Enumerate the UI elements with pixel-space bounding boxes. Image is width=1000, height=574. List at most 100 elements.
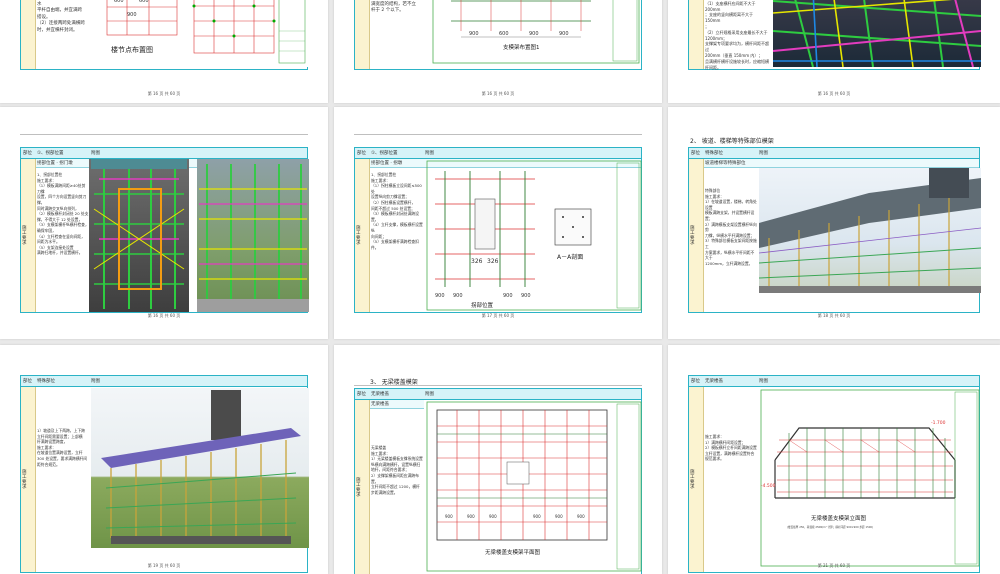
requirement-text: （1）满宽度的上立杆 满宽度的结构，若不立 杆于 2 个以下。 <box>371 1 416 14</box>
page-footer: 第 16 页 共 60 页 <box>817 91 851 96</box>
header-col-part: 部位 <box>691 151 700 156</box>
header-col-part: 部位 <box>23 151 32 156</box>
document-page: 部位 无梁楼盖 附图 施 工 要 求 施工要求： 1）满跨横杆间距设置； 2）模… <box>668 345 1000 574</box>
column-3d-render <box>89 159 189 312</box>
plan-drawing: 900 900 326 326 900 900 拐部位置 A－A剖面 <box>425 159 643 312</box>
content-panel: 部位 特殊部位 附图 施 工 要 求 1）坡道及上下两跨，上下跨 立杆间距需要设… <box>20 375 309 573</box>
header-col-name: ①、拐部位置 <box>37 151 64 156</box>
requirement-text: （1）连续两跨设置纵横向水 平杆自由端，并宜满跨 搭设。 （2）连接两跨处满横跨… <box>37 1 85 33</box>
document-page: 部位 特殊部位 附图 施 工 要 求 1）坡道及上下两跨，上下跨 立杆间距需要设… <box>0 345 328 574</box>
ramp-3d-render <box>759 168 981 293</box>
dim-label: 900 <box>127 12 137 18</box>
sub-header-label: 拐部位置 · 拐门墩 <box>37 161 73 166</box>
table-header: 部位 ①、拐部位置 附图 <box>355 148 641 159</box>
table-header: 部位 特殊部位 附图 <box>21 376 307 387</box>
content-panel: （1）连续两跨设置纵横向水 平杆自由端，并宜满跨 搭设。 （2）连接两跨处满横跨… <box>20 0 309 70</box>
requirement-text: 1、拐部位置柱 施工要求： （1）拐柱模板立设间距≤500处 设置纵向剪刀撑设置… <box>371 172 423 250</box>
dim-label: 900 <box>467 514 475 519</box>
dim-label: 430 <box>559 0 569 1</box>
header-col-part: 部位 <box>23 379 32 384</box>
header-col-part: 部位 <box>357 392 366 397</box>
table-header: 部位 无梁楼盖 附图 <box>689 376 979 387</box>
document-page: 部位 ①、拐部位置 附图 拐部位置 · 拐门墩 施 工 要 求 1、拐部位置柱 … <box>0 107 328 339</box>
section-label: 施 工 要 求 <box>690 469 695 490</box>
section-title: A－A剖面 <box>557 253 583 261</box>
left-column: 施 工 要 求 <box>21 387 36 572</box>
dim-label: 900 <box>529 31 539 37</box>
left-column: 施 工 要 求 <box>689 159 704 312</box>
content-panel: （1）满宽度的上立杆 满宽度的结构，若不立 杆于 2 个以下。 470 430 … <box>354 0 642 70</box>
document-page: 部位 ①、拐部位置 附图 拐部位置 · 拐墩 施 工 要 求 1、拐部位置柱 施… <box>334 107 662 339</box>
document-page: （1）连续两跨设置纵横向水 平杆自由端，并宜满跨 搭设。 （2）连接两跨处满横跨… <box>0 0 328 103</box>
node-layout-drawing: 600 600 900 楼节点布置图 <box>99 0 309 67</box>
elevation-label: -4.500 <box>761 483 776 489</box>
dim-label: 900 <box>503 293 513 299</box>
left-column: 施 工 要 求 <box>689 387 704 572</box>
dim-label: 900 <box>489 514 497 519</box>
support-layout-drawing: 470 430 900 600 900 900 支模架布置图1 <box>431 0 643 67</box>
page-footer: 第 21 页 共 60 页 <box>817 563 851 568</box>
section-label: 施 工 要 求 <box>356 477 361 498</box>
figure-title: 楼节点布置图 <box>111 45 153 54</box>
header-col-figure: 附图 <box>425 151 434 156</box>
table-header: 部位 无梁楼盖 附图 <box>355 389 641 400</box>
sub-header: 无梁楼盖 <box>370 400 424 409</box>
figure-title: 拐部位置 <box>471 301 494 309</box>
sub-header-label: 坡道楼梯等特殊部位 <box>705 161 746 166</box>
content-panel: 部位 ①、拐部位置 附图 拐部位置 · 拐墩 施 工 要 求 1、拐部位置柱 施… <box>354 147 642 313</box>
header-col-figure: 附图 <box>759 151 768 156</box>
header-col-figure: 附图 <box>91 151 100 156</box>
page-footer: 第 19 页 共 60 页 <box>147 563 181 568</box>
column-3d-render-alt <box>197 159 309 312</box>
divider <box>20 134 308 135</box>
header-col-figure: 附图 <box>425 392 434 397</box>
header-col-name: 无梁楼盖 <box>705 379 723 384</box>
table-header: 部位 特殊部位 附图 <box>689 148 979 159</box>
left-column: 施 工 要 求 <box>355 159 370 312</box>
figure-title: 无梁楼盖支模架立面图 <box>811 514 867 522</box>
content-panel: 部位 无梁楼盖 附图 施 工 要 求 施工要求： 1）满跨横杆间距设置； 2）模… <box>688 375 980 573</box>
figure-title: 支模架布置图1 <box>503 43 540 51</box>
dim-label: 600 <box>139 0 149 4</box>
document-page: （1）满宽度的上立杆 满宽度的结构，若不立 杆于 2 个以下。 470 430 … <box>334 0 662 103</box>
document-page: 施工要求： （1）支座横杆应间距不大于 200mm ；支座的竖向横距离不大于 1… <box>668 0 1000 103</box>
left-column <box>21 0 36 69</box>
dim-label: 900 <box>435 293 445 299</box>
requirement-text: 1、拐部位置柱 施工要求： （1）模板满跨间距≥40处剪刀撑 设置，四个方向设置… <box>37 172 89 256</box>
figure-subtitle: (楼盖板厚 250，荷载按 25KN/m³ 计算；横杆间距 900×900 步距… <box>787 525 873 529</box>
sub-header-label: 无梁楼盖 <box>371 402 389 407</box>
page-footer: 第 16 页 共 60 页 <box>147 91 181 96</box>
section-label: 施 工 要 求 <box>690 225 695 246</box>
left-column: 施 工 要 求 <box>355 400 370 574</box>
requirement-text: 施工要求： 1）满跨横杆间距设置； 2）模板横杆立杆间距满跨设置 立杆设置，满跨… <box>705 434 757 462</box>
dim-label: 900 <box>521 293 531 299</box>
page-footer: 第 16 页 共 60 页 <box>147 313 181 318</box>
content-panel: 部位 ①、拐部位置 附图 拐部位置 · 拐门墩 施 工 要 求 1、拐部位置柱 … <box>20 147 309 313</box>
dim-label: 326 <box>487 258 499 265</box>
elevation-label: -1.700 <box>931 420 946 426</box>
left-column <box>689 0 704 69</box>
ramp-3d-render <box>91 388 309 548</box>
left-column: 施 工 要 求 <box>21 159 36 312</box>
figure-title: 无梁楼盖支模架平面图 <box>485 548 541 556</box>
section-label: 施 工 要 求 <box>22 225 27 246</box>
sub-header-label: 拐部位置 · 拐墩 <box>371 161 403 166</box>
sub-header: 坡道楼梯等特殊部位 <box>704 159 979 168</box>
left-column <box>355 0 370 69</box>
scaffold-3d-render <box>773 0 981 67</box>
header-col-name: 无梁楼盖 <box>371 392 389 397</box>
header-col-figure: 附图 <box>91 379 100 384</box>
dim-label: 600 <box>499 31 509 37</box>
header-col-part: 部位 <box>357 151 366 156</box>
requirement-text: 施工要求： （1）支座横杆应间距不大于 200mm ；支座的竖向横距离不大于 1… <box>705 0 769 70</box>
requirement-text: 1）坡道及上下两跨，上下跨 立杆间距需要设置；上部横 杆满跨设置跨度， 施工要求… <box>37 428 88 467</box>
flat-slab-elevation-drawing: -4.500 -1.700 无梁楼盖支模架立面图 (楼盖板厚 250，荷载按 2… <box>759 388 981 568</box>
page-footer: 第 17 页 共 60 页 <box>481 313 515 318</box>
document-page: 3、 无梁楼盖模架 部位 无梁楼盖 附图 无梁楼盖 施 工 要 求 无梁楼盖 施… <box>334 345 662 574</box>
dim-label: 900 <box>533 514 541 519</box>
dim-label: 900 <box>559 31 569 37</box>
flat-slab-plan-drawing: 900 900 900 900 900 900 无梁楼盖支模架平面图 <box>425 400 643 573</box>
dim-label: 900 <box>469 31 479 37</box>
section-label: 施 工 要 求 <box>22 469 27 490</box>
requirement-text: 无梁楼盖 施工要求： 1）无梁楼盖模板支撑系统设置 纵横向满跨横杆，设置纵横扫 … <box>371 445 423 495</box>
